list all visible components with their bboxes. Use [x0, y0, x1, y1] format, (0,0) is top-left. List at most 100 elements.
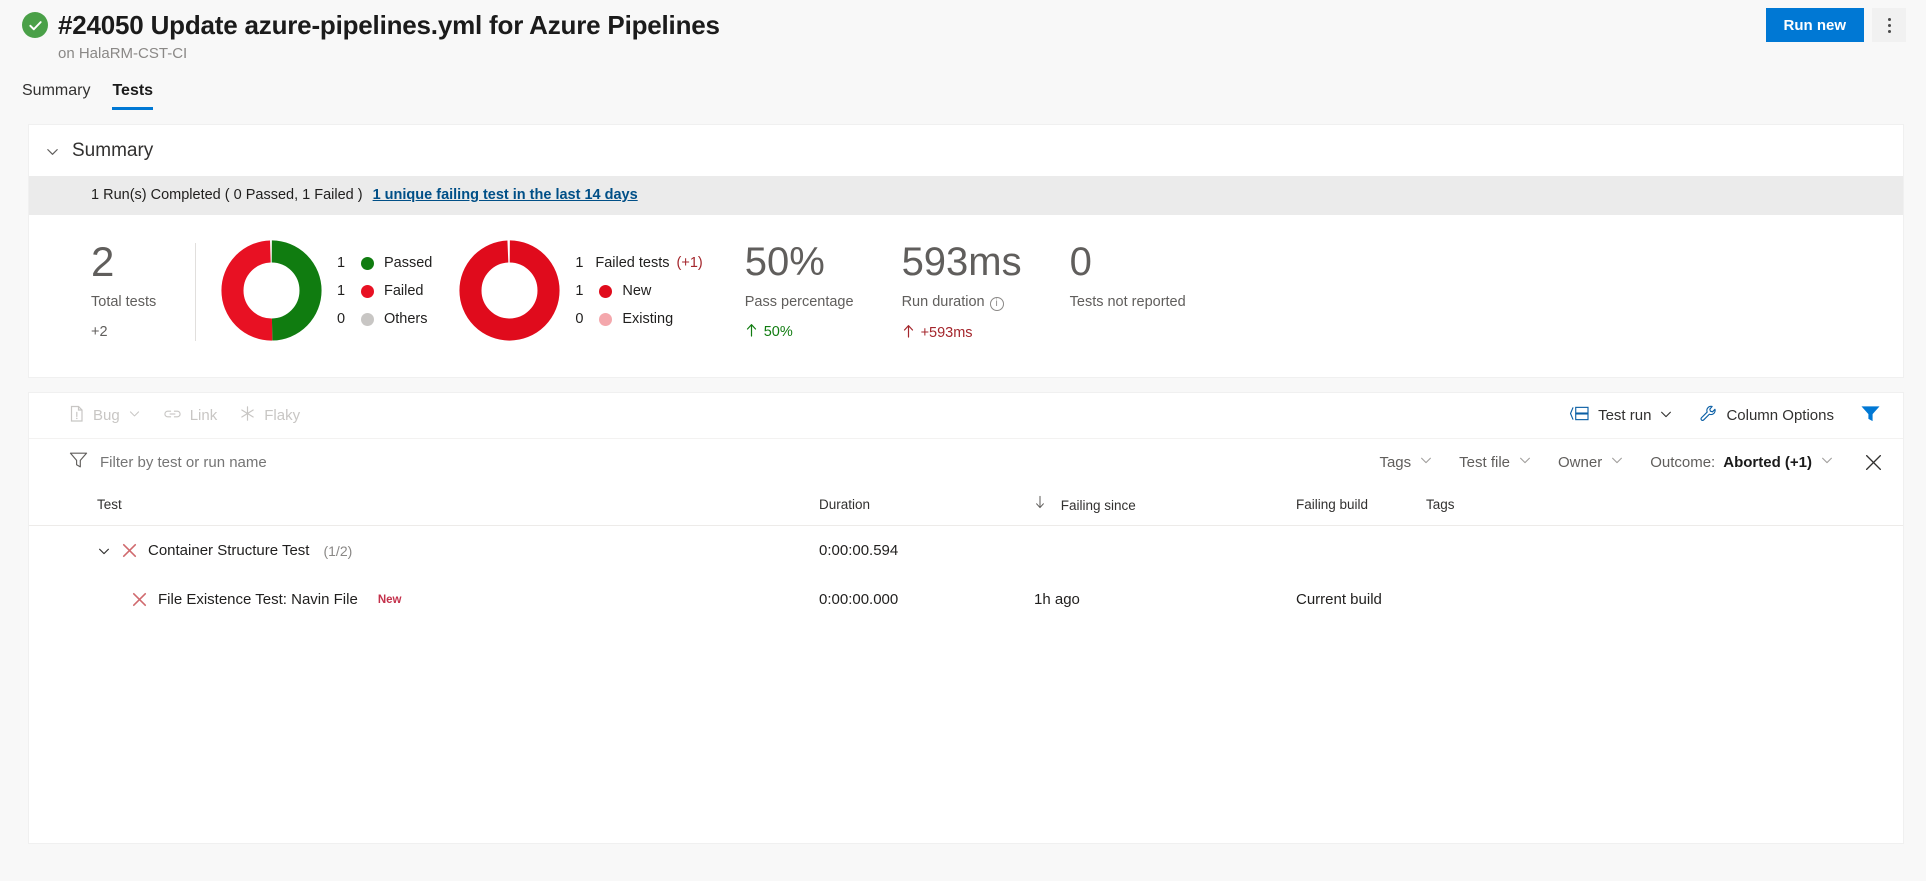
- clear-filters-button[interactable]: [1860, 453, 1883, 472]
- sort-descending-icon: [1034, 495, 1046, 513]
- row-name-group: File Existence Test: Navin File New: [97, 591, 819, 608]
- run-duration-value: 593ms: [902, 239, 1022, 285]
- wrench-icon: [1699, 404, 1718, 427]
- test-run-grouping-button[interactable]: Test run: [1569, 405, 1673, 426]
- legend-label: Others: [384, 305, 428, 333]
- legend-count: 1: [575, 277, 595, 305]
- chevron-down-icon: [1419, 453, 1433, 471]
- cell-failing-build: [1296, 526, 1426, 576]
- command-bar: Bug Link: [29, 393, 1903, 439]
- filter-outcome-dropdown[interactable]: Outcome: Aborted (+1): [1650, 453, 1834, 471]
- build-title-row: #24050 Update azure-pipelines.yml for Az…: [0, 0, 1926, 41]
- legend-heading-row: 1 Failed tests (+1): [575, 249, 702, 277]
- cell-failing-since: [1034, 526, 1296, 576]
- bug-button[interactable]: Bug: [69, 405, 141, 427]
- dot: [1888, 18, 1891, 21]
- failed-donut-chart: [458, 239, 561, 347]
- group-by-icon: [1569, 405, 1590, 426]
- pass-percentage-value: 50%: [745, 239, 854, 285]
- summary-section-label: Summary: [72, 140, 153, 162]
- table-row[interactable]: File Existence Test: Navin File New 0:00…: [29, 575, 1903, 624]
- total-tests-value: 2: [91, 239, 195, 285]
- column-options-button[interactable]: Column Options: [1699, 404, 1834, 427]
- run-duration-label: Run duration i: [902, 294, 1022, 311]
- bug-file-icon: [69, 405, 85, 427]
- tab-tests[interactable]: Tests: [112, 81, 153, 110]
- column-header-failing-since[interactable]: Failing since: [1034, 485, 1296, 526]
- filter-dropdowns: Tags Test file Own: [1379, 453, 1883, 472]
- bug-label: Bug: [93, 407, 120, 424]
- more-actions-button[interactable]: [1872, 8, 1906, 42]
- legend-count: 0: [575, 305, 595, 333]
- chevron-down-icon: [128, 407, 141, 424]
- link-label: Link: [190, 407, 218, 424]
- column-header-failing-since-label: Failing since: [1061, 498, 1136, 513]
- search-input[interactable]: [100, 454, 420, 471]
- run-duration-label-text: Run duration: [902, 294, 985, 310]
- filter-toggle-button[interactable]: [1860, 404, 1881, 427]
- dot: [1888, 24, 1891, 27]
- metric-run-duration: 593ms Run durationi +593ms: [854, 239, 1022, 342]
- column-header-failing-build[interactable]: Failing build: [1296, 485, 1426, 526]
- outcome-donut-chart: [220, 239, 323, 347]
- table-row[interactable]: Container Structure Test (1/2) 0:00:00.5…: [29, 526, 1903, 576]
- link-button[interactable]: Link: [163, 407, 218, 425]
- x-fail-icon: [121, 542, 138, 559]
- tab-summary[interactable]: Summary: [22, 81, 90, 110]
- metric-total-tests: 2 Total tests +2: [29, 239, 195, 340]
- total-tests-delta: +2: [91, 324, 195, 340]
- filter-owner-label: Owner: [1558, 454, 1602, 471]
- page-header: #24050 Update azure-pipelines.yml for Az…: [0, 0, 1926, 68]
- filter-funnel-icon: [69, 451, 88, 473]
- tests-not-reported-label: Tests not reported: [1070, 294, 1186, 310]
- command-bar-right: Test run Column Options: [1569, 404, 1881, 427]
- column-header-test[interactable]: Test: [29, 485, 819, 526]
- test-results-page: #24050 Update azure-pipelines.yml for Az…: [0, 0, 1926, 881]
- summary-section-toggle[interactable]: Summary: [29, 125, 1903, 176]
- filter-input-wrapper: [69, 451, 420, 473]
- failed-legend-heading: Failed tests: [595, 249, 669, 277]
- chevron-down-icon: [45, 144, 60, 159]
- legend-count: 1: [337, 249, 357, 277]
- legend-item: 1 Passed: [337, 249, 432, 277]
- cell-failing-since: 1h ago: [1034, 575, 1296, 624]
- failed-legend: 1 Failed tests (+1) 1 New 0 Existing: [575, 239, 702, 333]
- outcome-donut-group: 1 Passed 1 Failed 0 Others: [196, 239, 432, 347]
- failed-total-count: 1: [575, 249, 595, 277]
- results-table-body: Container Structure Test (1/2) 0:00:00.5…: [29, 526, 1903, 625]
- run-new-button[interactable]: Run new: [1766, 8, 1865, 42]
- filter-test-file-dropdown[interactable]: Test file: [1459, 453, 1532, 471]
- filter-bar: Tags Test file Own: [29, 439, 1903, 485]
- flaky-button[interactable]: Flaky: [239, 405, 300, 426]
- unique-failing-tests-link[interactable]: 1 unique failing test in the last 14 day…: [373, 187, 638, 203]
- legend-dot-failed: [361, 285, 374, 298]
- results-table-header: Test Duration Failing since Failing buil…: [29, 485, 1903, 526]
- flaky-label: Flaky: [264, 407, 300, 424]
- filter-tags-label: Tags: [1379, 454, 1411, 471]
- results-table: Test Duration Failing since Failing buil…: [29, 485, 1903, 624]
- column-header-tags[interactable]: Tags: [1426, 485, 1903, 526]
- legend-item: 1 Failed: [337, 277, 432, 305]
- tab-list: Summary Tests: [0, 68, 1926, 110]
- test-group-count: (1/2): [323, 543, 352, 559]
- cell-tags: [1426, 575, 1903, 624]
- cell-failing-build: Current build: [1296, 575, 1426, 624]
- filter-tags-dropdown[interactable]: Tags: [1379, 453, 1433, 471]
- legend-label: Existing: [622, 305, 673, 333]
- x-fail-icon: [131, 591, 148, 608]
- command-bar-left: Bug Link: [69, 405, 300, 427]
- summary-metrics: 2 Total tests +2 1 Passed: [29, 215, 1903, 377]
- filter-test-file-label: Test file: [1459, 454, 1510, 471]
- test-case-name: File Existence Test: Navin File: [158, 591, 358, 608]
- filter-outcome-value: Aborted (+1): [1723, 454, 1812, 471]
- arrow-up-icon: [745, 323, 758, 341]
- legend-dot-existing: [599, 313, 612, 326]
- pass-percentage-trend: 50%: [745, 323, 854, 341]
- row-name-group: Container Structure Test (1/2): [97, 542, 819, 559]
- cell-tags: [1426, 526, 1903, 576]
- chevron-down-icon: [1659, 407, 1673, 425]
- info-icon[interactable]: i: [990, 297, 1004, 311]
- chevron-down-icon[interactable]: [97, 544, 111, 558]
- column-header-duration[interactable]: Duration: [819, 485, 1034, 526]
- filter-owner-dropdown[interactable]: Owner: [1558, 453, 1624, 471]
